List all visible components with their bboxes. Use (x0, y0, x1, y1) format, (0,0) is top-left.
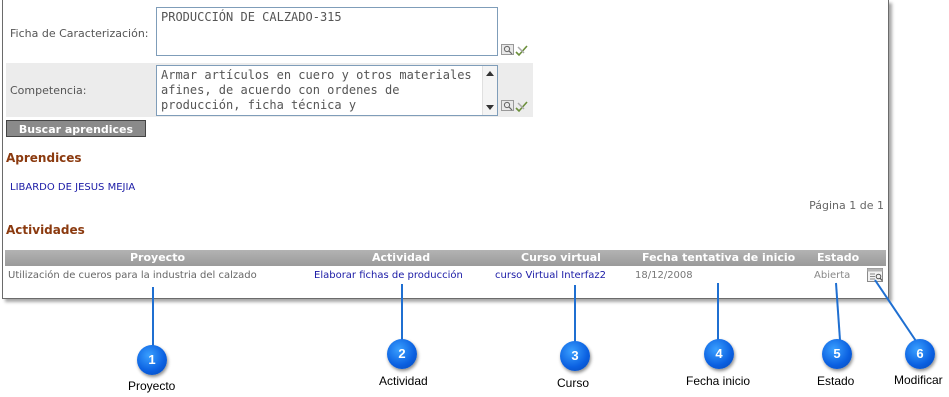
actividades-title: Actividades (6, 223, 85, 237)
callout-line-4 (717, 283, 719, 341)
pagination-text: Página 1 de 1 (809, 199, 884, 212)
column-header-estado[interactable]: Estado (817, 251, 859, 264)
buscar-aprendices-button[interactable]: Buscar aprendices (6, 120, 146, 137)
search-lookup-icon[interactable] (501, 44, 514, 55)
competencia-text: Armar artículos en cuero y otros materia… (161, 68, 472, 112)
search-lookup-icon[interactable] (501, 100, 514, 111)
ficha-textarea[interactable]: PRODUCCIÓN DE CALZADO-315 (156, 7, 498, 56)
cell-curso-link[interactable]: curso Virtual Interfaz2 (495, 270, 606, 281)
callout-label-estado: Estado (817, 374, 855, 388)
competencia-label: Competencia: (10, 84, 87, 97)
callout-badge-6: 6 (905, 339, 935, 369)
scroll-up-icon[interactable] (486, 71, 494, 76)
cell-estado: Abierta (814, 270, 851, 281)
column-header-actividad[interactable]: Actividad (372, 251, 430, 264)
callout-label-fecha-inicio: Fecha inicio (686, 374, 751, 388)
column-header-fecha[interactable]: Fecha tentativa de inicio (642, 251, 795, 264)
callout-badge-4: 4 (704, 339, 734, 369)
pencil-check-icon[interactable] (515, 45, 528, 57)
aprendiz-link[interactable]: LIBARDO DE JESUS MEJIA (10, 182, 135, 193)
cell-actividad-link[interactable]: Elaborar fichas de producción (314, 270, 463, 281)
callout-label-actividad: Actividad (379, 374, 428, 388)
competencia-textarea[interactable]: Armar artículos en cuero y otros materia… (156, 65, 498, 116)
scroll-down-icon[interactable] (486, 105, 494, 110)
table-row: Utilización de cueros para la industria … (5, 266, 886, 286)
callout-badge-1: 1 (137, 345, 167, 375)
cell-proyecto: Utilización de cueros para la industria … (8, 270, 257, 281)
competencia-scrollbar[interactable] (482, 66, 497, 115)
callout-label-modificar: Modificar (894, 373, 943, 387)
aprendices-title: Aprendices (6, 151, 82, 165)
ficha-actions (501, 43, 529, 57)
callout-label-proyecto: Proyecto (128, 379, 176, 393)
callout-line-2 (401, 284, 403, 340)
main-panel: Ficha de Caracterización: PRODUCCIÓN DE … (2, 0, 889, 299)
callout-line-3 (574, 285, 576, 343)
pencil-check-icon[interactable] (515, 101, 528, 113)
callout-badge-2: 2 (387, 339, 417, 369)
callout-line-6 (874, 279, 919, 345)
ficha-row: Ficha de Caracterización: PRODUCCIÓN DE … (6, 3, 533, 60)
column-header-proyecto[interactable]: Proyecto (130, 251, 185, 264)
cell-fecha: 18/12/2008 (635, 270, 693, 281)
column-header-curso[interactable]: Curso virtual (521, 251, 601, 264)
competencia-row: Competencia: Armar artículos en cuero y … (6, 63, 533, 117)
competencia-actions (501, 99, 529, 113)
callout-badge-5: 5 (822, 339, 852, 369)
ficha-label: Ficha de Caracterización: (10, 27, 149, 40)
callout-line-1 (152, 287, 154, 347)
callout-badge-3: 3 (560, 341, 590, 371)
activities-table-header: Proyecto Actividad Curso virtual Fecha t… (5, 250, 886, 266)
callout-label-curso: Curso (557, 376, 590, 390)
